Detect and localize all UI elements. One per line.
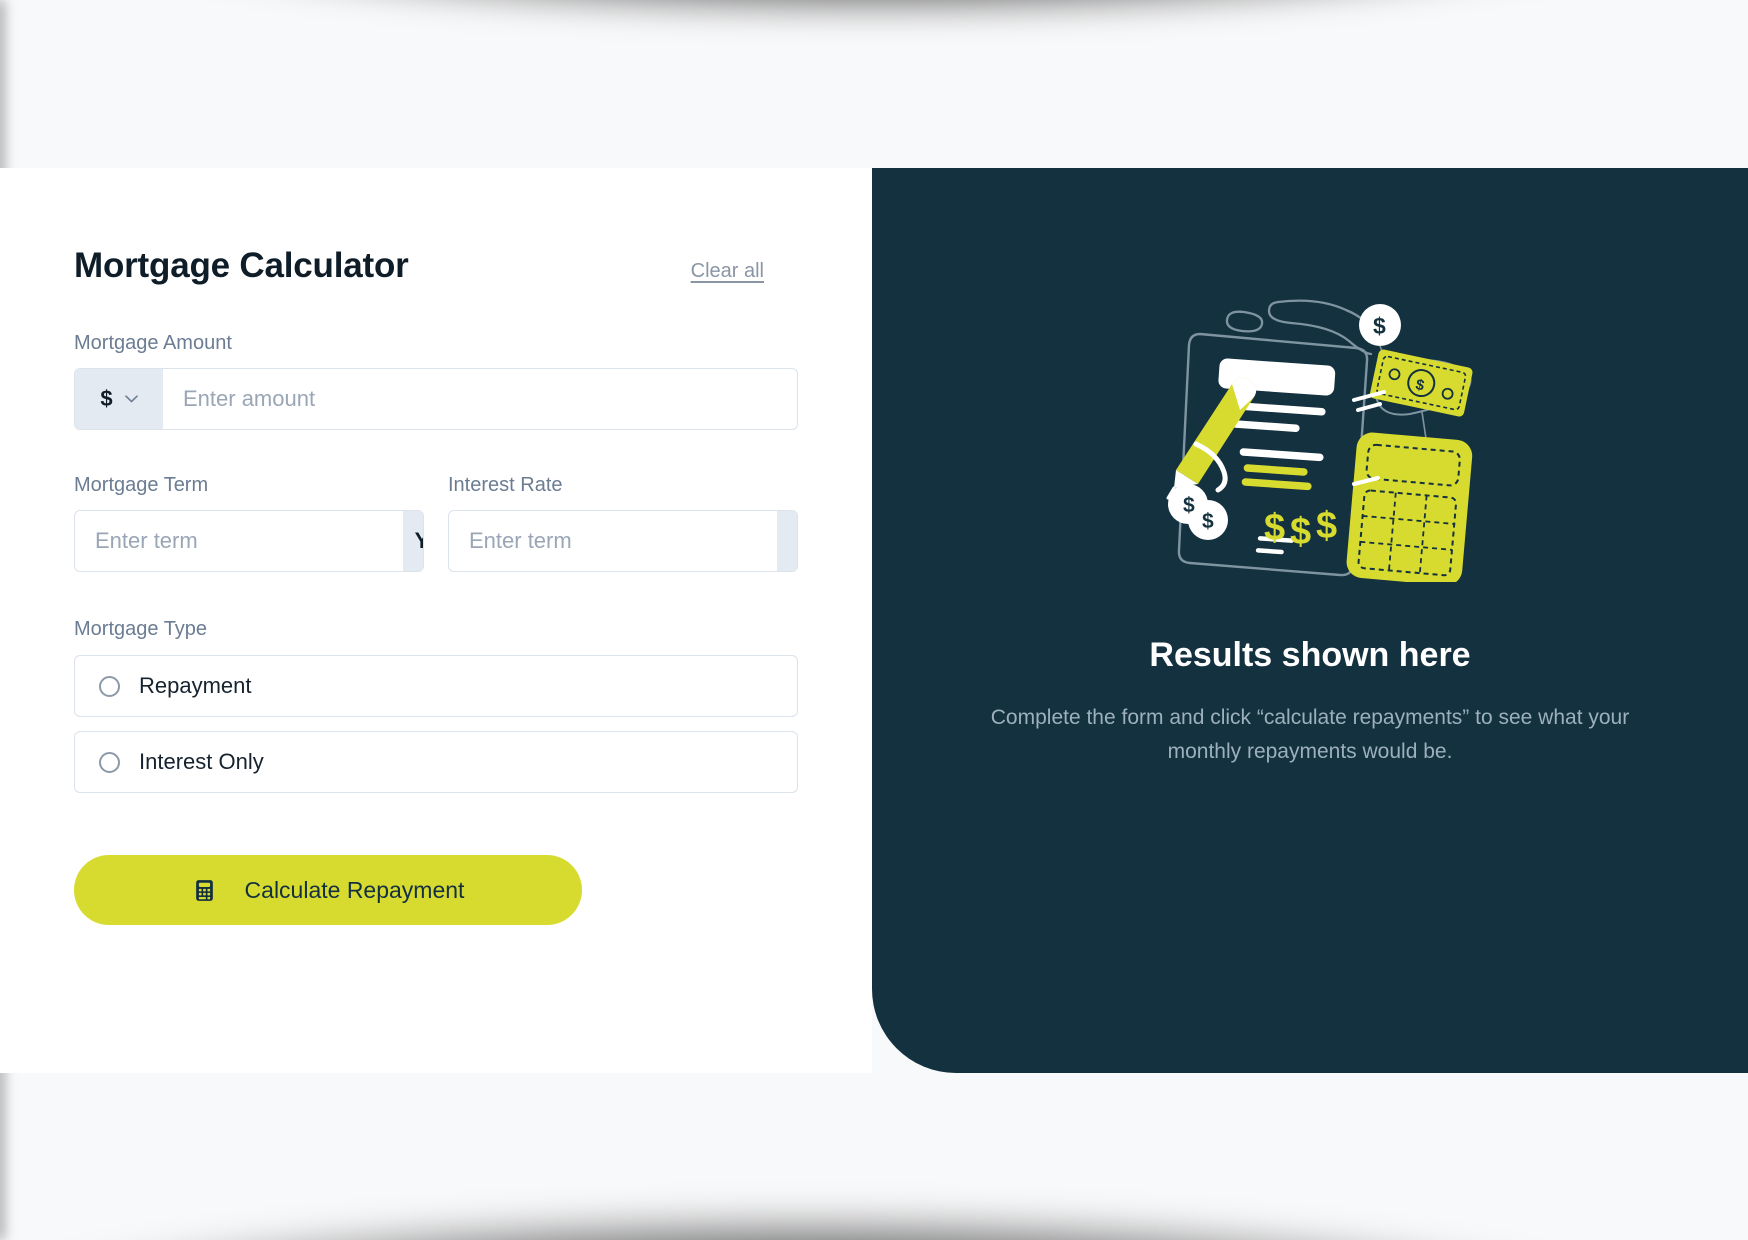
radio-icon bbox=[99, 751, 120, 773]
mortgage-type-option-label: Repayment bbox=[139, 673, 252, 698]
mortgage-calculator-card: Mortgage Calculator Clear all Mortgage A… bbox=[0, 168, 1748, 1073]
top-vignette bbox=[0, 0, 1748, 50]
page-title: Mortgage Calculator bbox=[74, 246, 409, 285]
mortgage-type-field-group: Mortgage Type Repayment Interest Only bbox=[74, 618, 798, 793]
mortgage-amount-field-group: Mortgage Amount $ bbox=[74, 332, 798, 430]
mortgage-type-option-interest-only[interactable]: Interest Only bbox=[74, 731, 798, 793]
radio-icon bbox=[99, 675, 120, 697]
mortgage-type-label: Mortgage Type bbox=[74, 618, 208, 640]
svg-text:$: $ bbox=[1290, 511, 1311, 553]
chevron-down-icon bbox=[124, 395, 138, 403]
interest-rate-label: Interest Rate bbox=[448, 474, 563, 496]
interest-rate-input[interactable] bbox=[449, 511, 777, 571]
calculate-repayment-label: Calculate Repayment bbox=[244, 876, 465, 903]
svg-text:$: $ bbox=[1373, 313, 1386, 339]
mortgage-term-field-group: Mortgage Term Years bbox=[74, 474, 424, 572]
svg-text:$: $ bbox=[1264, 507, 1285, 549]
results-pane: $ $ $ $ $ $ $ Results shown here Complet… bbox=[872, 168, 1748, 1073]
results-body-text: Complete the form and click “calculate r… bbox=[990, 706, 1630, 764]
interest-rate-input-shell: % bbox=[448, 510, 798, 572]
mortgage-term-unit: Years bbox=[403, 511, 423, 571]
results-title: Results shown here bbox=[1149, 636, 1471, 674]
mortgage-type-option-repayment[interactable]: Repayment bbox=[74, 655, 798, 717]
calculator-form-pane: Mortgage Calculator Clear all Mortgage A… bbox=[0, 168, 872, 1073]
svg-text:$: $ bbox=[1316, 505, 1337, 547]
mortgage-amount-input[interactable] bbox=[163, 369, 797, 429]
clear-all-link[interactable]: Clear all bbox=[691, 260, 764, 283]
mortgage-amount-input-shell: $ bbox=[74, 368, 798, 430]
illustration-empty-results: $ $ $ $ $ $ $ bbox=[1166, 299, 1473, 582]
interest-rate-unit: % bbox=[777, 511, 797, 571]
svg-text:$: $ bbox=[1202, 510, 1214, 533]
mortgage-type-option-label: Interest Only bbox=[139, 749, 264, 774]
mortgage-amount-label: Mortgage Amount bbox=[74, 332, 232, 354]
bottom-vignette bbox=[0, 1178, 1748, 1240]
calculator-icon bbox=[195, 879, 213, 901]
mortgage-term-input[interactable] bbox=[75, 511, 403, 571]
mortgage-term-label: Mortgage Term bbox=[74, 474, 209, 496]
mortgage-term-input-shell: Years bbox=[74, 510, 424, 572]
interest-rate-field-group: Interest Rate % bbox=[448, 474, 798, 572]
form-header: Mortgage Calculator Clear all bbox=[74, 246, 798, 286]
term-and-rate-row: Mortgage Term Years Interest Rate % bbox=[74, 474, 798, 572]
currency-symbol: $ bbox=[100, 386, 113, 411]
currency-select[interactable]: $ bbox=[75, 369, 163, 429]
page-root: Mortgage Calculator Clear all Mortgage A… bbox=[0, 0, 1748, 1240]
svg-text:$: $ bbox=[1183, 494, 1195, 517]
calculate-repayment-button[interactable]: Calculate Repayment bbox=[74, 855, 582, 925]
